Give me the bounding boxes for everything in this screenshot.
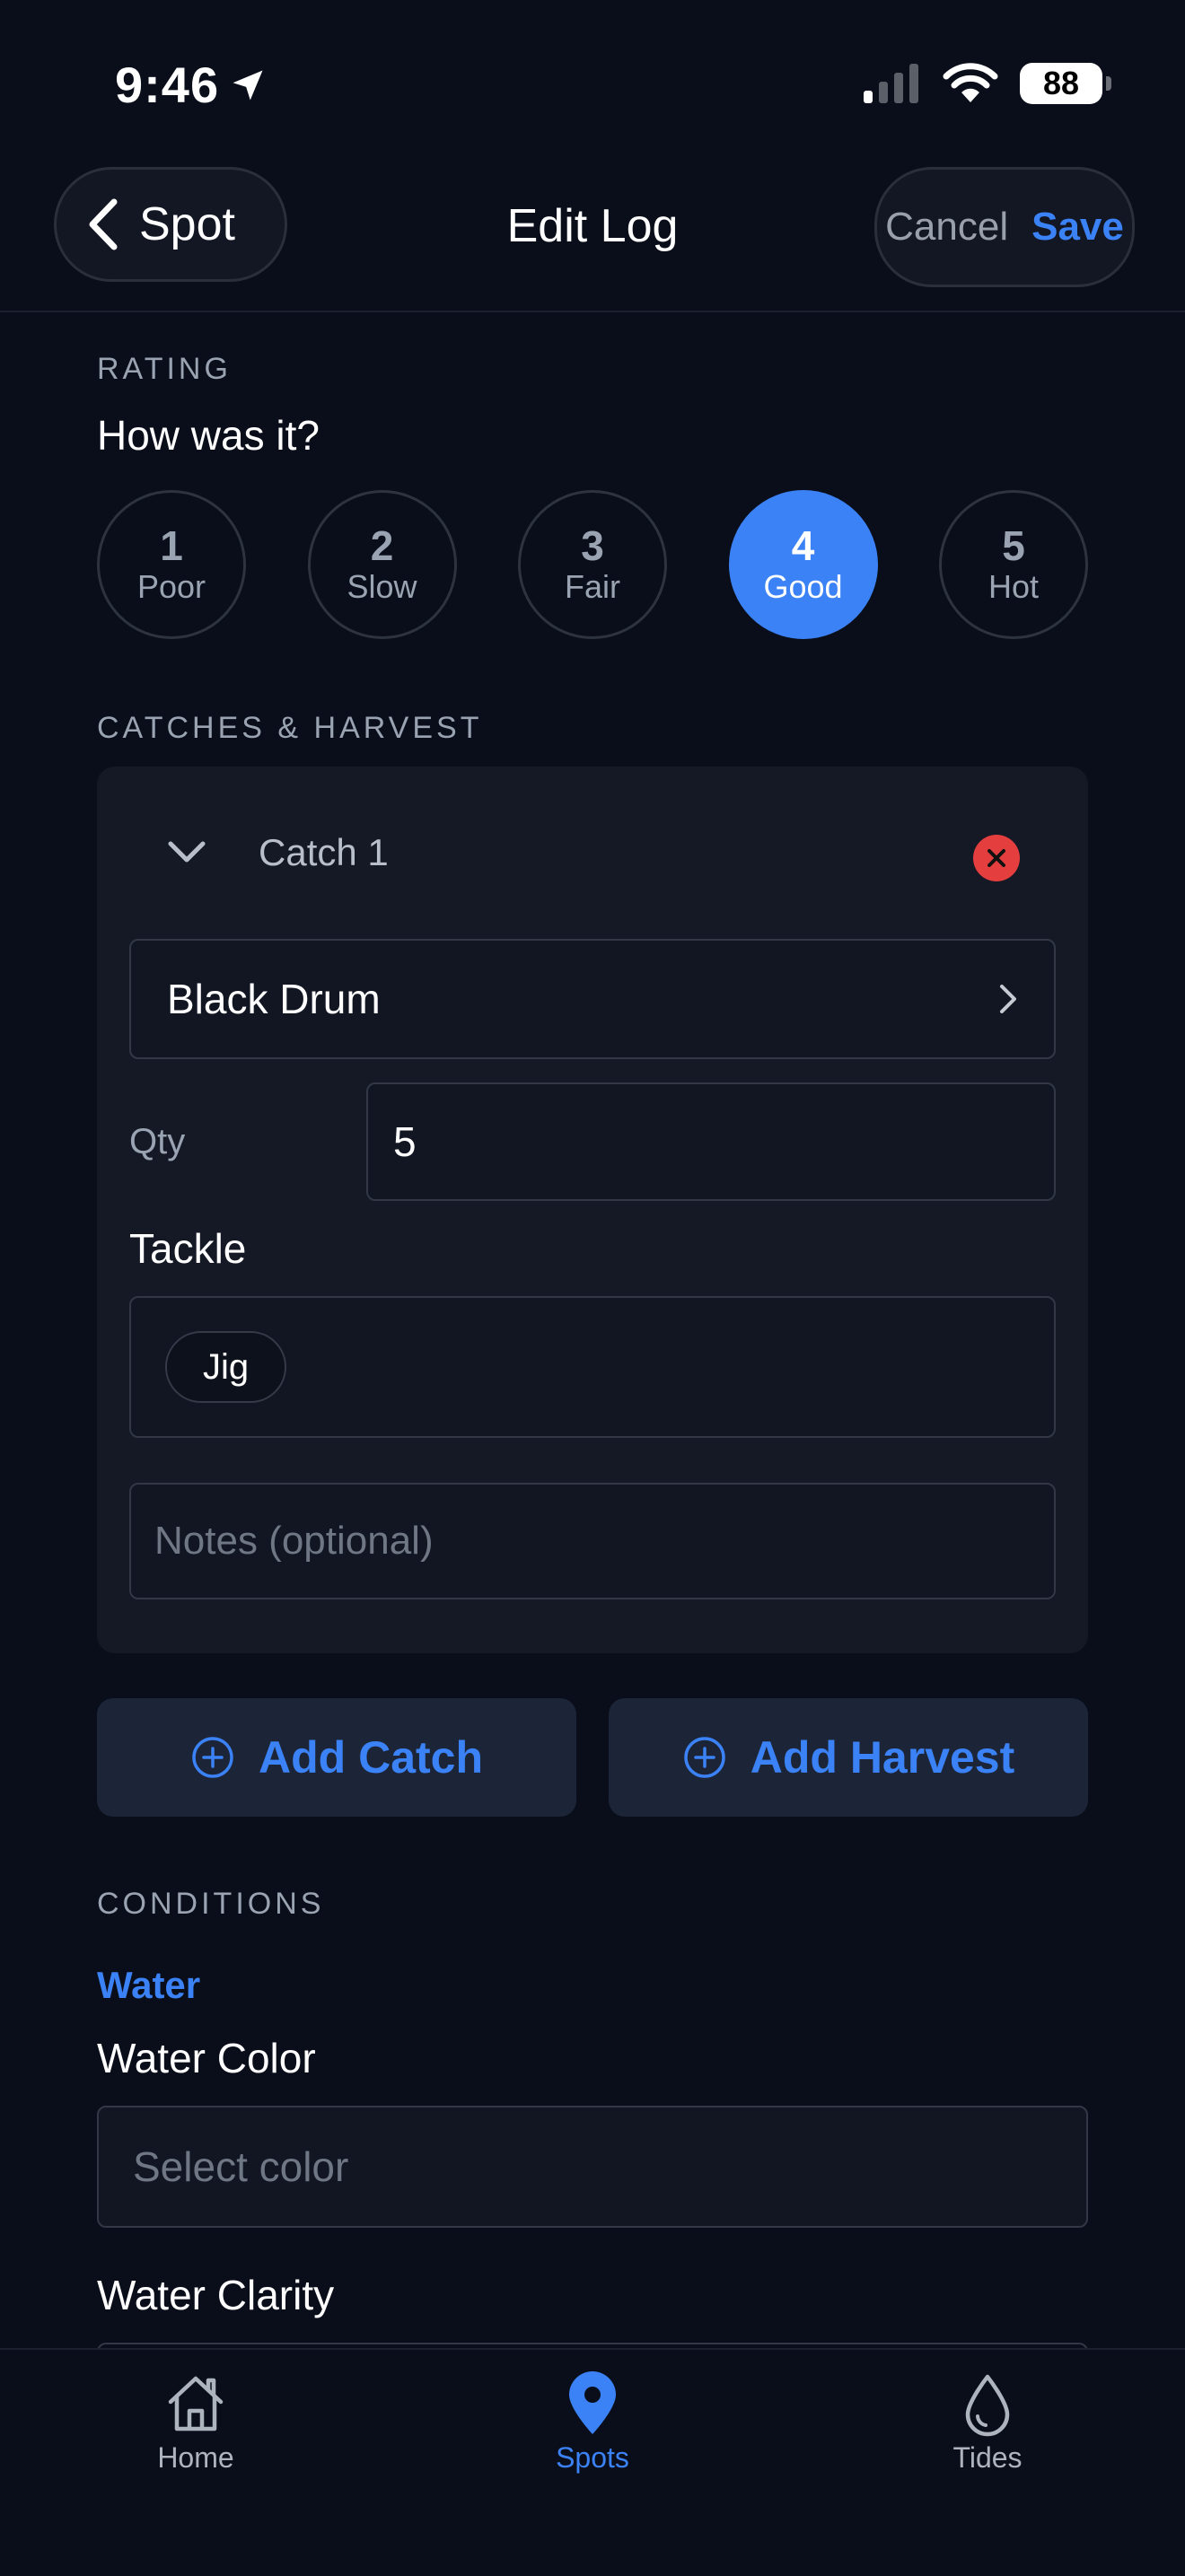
water-color-label: Water Color [97, 2035, 316, 2081]
species-value: Black Drum [167, 976, 381, 1022]
tab-home[interactable]: Home [97, 2370, 294, 2475]
chevron-down-icon[interactable] [167, 840, 206, 865]
rating-number: 5 [1002, 522, 1025, 569]
nav-actions: Cancel Save [874, 167, 1135, 287]
rating-number: 4 [791, 522, 815, 569]
rating-question: How was it? [97, 412, 320, 459]
water-heading: Water [97, 1964, 201, 2006]
tab-spots[interactable]: Spots [494, 2370, 691, 2475]
rating-option-5[interactable]: 5 Hot [939, 490, 1088, 639]
add-catch-button[interactable]: Add Catch [97, 1698, 576, 1817]
house-icon [168, 2376, 224, 2431]
rating-word: Good [763, 568, 843, 605]
tackle-chip[interactable]: Jig [165, 1331, 287, 1403]
notes-input[interactable]: Notes (optional) [129, 1483, 1056, 1599]
rating-option-1[interactable]: 1 Poor [97, 490, 246, 639]
plus-circle-icon [683, 1737, 725, 1778]
rating-word: Poor [136, 568, 206, 605]
rating-option-3[interactable]: 3 Fair [518, 490, 667, 639]
tackle-label: Tackle [129, 1225, 247, 1272]
rating-number: 3 [581, 522, 604, 569]
status-indicators: 88 [864, 63, 1111, 104]
status-time: 9:46 [115, 56, 268, 114]
species-select[interactable]: Black Drum [129, 939, 1056, 1059]
rating-word: Slow [347, 568, 417, 605]
chevron-right-icon [1000, 985, 1016, 1013]
rating-options: 1 Poor 2 Slow 3 Fair 4 Good 5 Hot [97, 490, 1088, 639]
water-color-select[interactable]: Select color [97, 2106, 1088, 2228]
tab-tides[interactable]: Tides [889, 2370, 1086, 2475]
qty-input[interactable]: 5 [366, 1082, 1056, 1201]
rating-number: 2 [370, 522, 394, 569]
tab-label: Home [157, 2441, 234, 2474]
battery-level: 88 [1042, 65, 1080, 101]
add-harvest-label: Add Harvest [750, 1732, 1015, 1783]
add-harvest-button[interactable]: Add Harvest [609, 1698, 1088, 1817]
nav-divider [0, 311, 1185, 312]
location-arrow-icon [233, 70, 263, 100]
map-pin-icon [569, 2371, 616, 2434]
rating-number: 1 [160, 522, 183, 569]
catch-title: Catch 1 [259, 831, 389, 873]
catch-header[interactable]: Catch 1 [167, 831, 389, 874]
water-clarity-label: Water Clarity [97, 2272, 335, 2318]
conditions-section-label: CONDITIONS [97, 1887, 325, 1921]
tackle-field[interactable]: Jig [129, 1296, 1056, 1438]
save-button[interactable]: Save [1031, 205, 1124, 250]
rating-option-2[interactable]: 2 Slow [307, 490, 457, 639]
tab-label: Spots [556, 2441, 629, 2474]
close-icon [988, 849, 1005, 867]
clock: 9:46 [115, 57, 220, 113]
rating-option-4[interactable]: 4 Good [728, 490, 878, 639]
rating-word: Fair [565, 568, 620, 605]
catches-section-label: CATCHES & HARVEST [97, 711, 483, 745]
add-catch-label: Add Catch [259, 1732, 483, 1783]
cancel-button[interactable]: Cancel [885, 205, 1008, 250]
qty-label: Qty [129, 1122, 186, 1161]
cellular-signal-icon [864, 64, 918, 103]
wifi-icon [943, 63, 998, 102]
plus-circle-icon [192, 1737, 233, 1778]
rating-section-label: RATING [97, 352, 232, 386]
tab-label: Tides [952, 2441, 1023, 2474]
remove-catch-button[interactable] [973, 835, 1020, 881]
battery-indicator: 88 [1020, 63, 1111, 104]
water-drop-icon [965, 2374, 1010, 2437]
rating-word: Hot [988, 568, 1040, 605]
